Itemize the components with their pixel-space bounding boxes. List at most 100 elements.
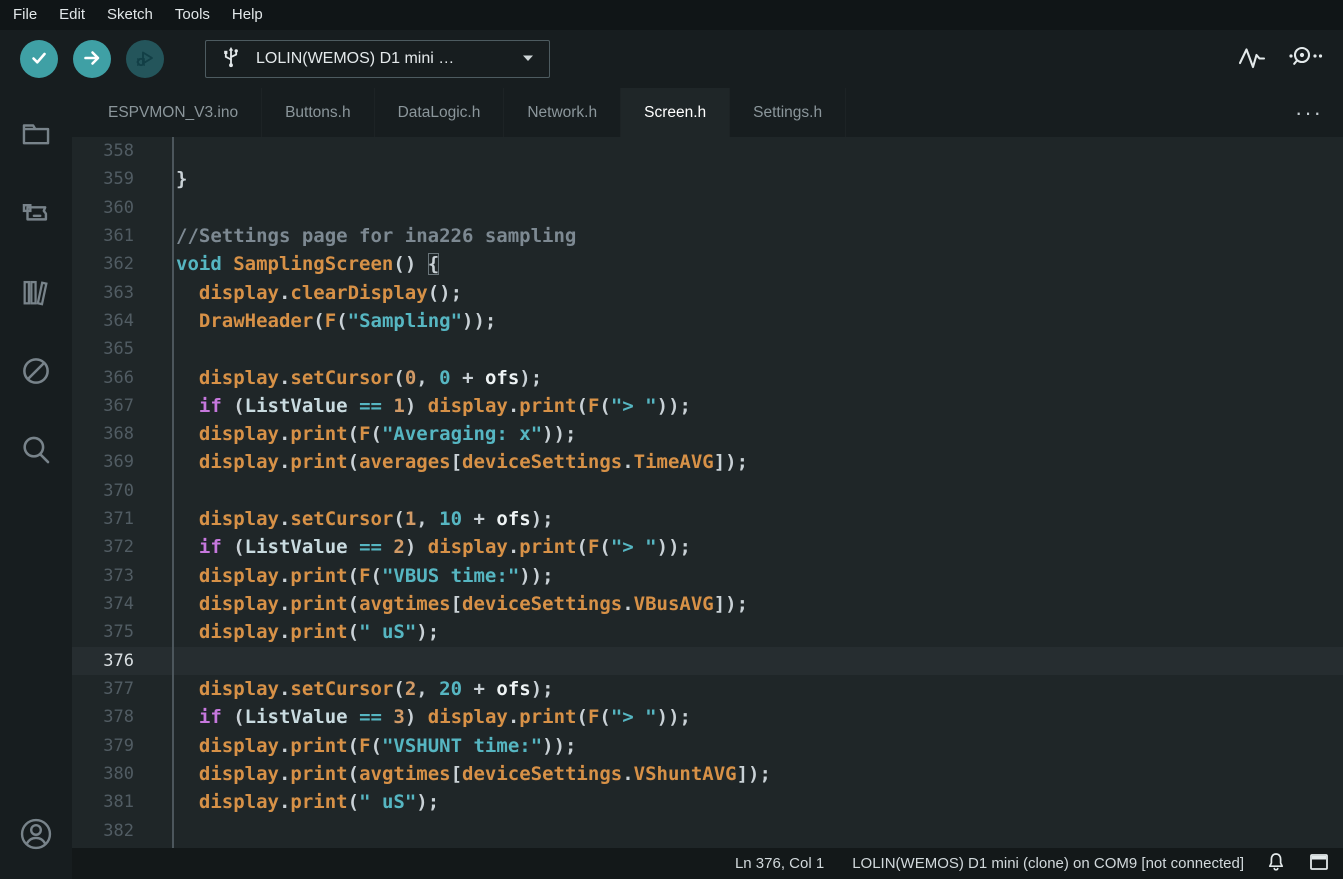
sidebar-item-search[interactable] xyxy=(0,419,72,483)
tab-datalogic-h[interactable]: DataLogic.h xyxy=(375,88,505,137)
code-line[interactable]: 368 display.print(F("Averaging: x")); xyxy=(72,420,1343,448)
tab-label: Screen.h xyxy=(644,103,707,121)
code-line[interactable]: 375 display.print(" uS"); xyxy=(72,618,1343,646)
debug-button[interactable] xyxy=(126,40,164,78)
code-line[interactable]: 380 display.print(avgtimes[deviceSetting… xyxy=(72,760,1343,788)
line-number: 369 xyxy=(103,452,134,473)
notifications-button[interactable] xyxy=(1266,851,1286,876)
line-number: 361 xyxy=(103,225,134,246)
line-number: 367 xyxy=(103,395,134,416)
code-text: display.print(averages[deviceSettings.Ti… xyxy=(198,451,749,474)
code-line[interactable]: 378 if (ListValue == 3) display.print(F(… xyxy=(72,703,1343,731)
sidebar-item-boards-manager[interactable] xyxy=(0,182,72,246)
menu-item-help[interactable]: Help xyxy=(221,0,274,30)
serial-plotter-button[interactable] xyxy=(1237,44,1267,75)
code-line[interactable]: 363 display.clearDisplay(); xyxy=(72,279,1343,307)
code-line[interactable]: 360 xyxy=(72,194,1343,222)
menu-item-tools[interactable]: Tools xyxy=(164,0,221,30)
line-number: 379 xyxy=(103,735,134,756)
code-line[interactable]: 362 void SamplingScreen() { xyxy=(72,250,1343,278)
tab-label: ESPVMON_V3.ino xyxy=(108,103,239,121)
sidebar-item-library-manager[interactable] xyxy=(0,261,72,325)
code-editor[interactable]: 358 359} 360 361 //Settings page for ina226 … xyxy=(72,137,1343,848)
serial-monitor-button[interactable] xyxy=(1285,44,1325,75)
code-text: void SamplingScreen() { xyxy=(176,253,440,276)
sidebar-item-account[interactable] xyxy=(0,803,72,867)
code-line[interactable]: 366 display.setCursor(0, 0 + ofs); xyxy=(72,364,1343,392)
tab-espvmon-v3-ino[interactable]: ESPVMON_V3.ino xyxy=(85,88,263,137)
code-line[interactable]: 382 xyxy=(72,817,1343,845)
code-text: display.setCursor(2, 20 + ofs); xyxy=(198,677,554,700)
code-line[interactable]: 381 display.print(" uS"); xyxy=(72,788,1343,816)
verify-button[interactable] xyxy=(20,40,58,78)
code-line[interactable]: 372 if (ListValue == 2) display.print(F(… xyxy=(72,533,1343,561)
board-icon xyxy=(18,196,54,233)
tab-buttons-h[interactable]: Buttons.h xyxy=(262,88,375,137)
bell-icon xyxy=(1266,851,1286,876)
code-line[interactable]: 361 //Settings page for ina226 sampling xyxy=(72,222,1343,250)
line-number: 377 xyxy=(103,678,134,699)
line-number: 373 xyxy=(103,565,134,586)
code-text: display.print(avgtimes[deviceSettings.VS… xyxy=(198,762,771,785)
menu-item-edit[interactable]: Edit xyxy=(48,0,96,30)
menu-item-sketch[interactable]: Sketch xyxy=(96,0,164,30)
work-area: ESPVMON_V3.ino Buttons.h DataLogic.h Networ… xyxy=(72,88,1343,879)
line-number: 363 xyxy=(103,282,134,303)
debug-play-icon xyxy=(133,46,157,73)
code-text: display.setCursor(0, 0 + ofs); xyxy=(198,366,543,389)
code-line[interactable]: 369 display.print(averages[deviceSetting… xyxy=(72,448,1343,476)
debug-disabled-icon xyxy=(18,354,54,391)
code-text: //Settings page for ina226 sampling xyxy=(176,224,577,247)
sidebar-item-debug[interactable] xyxy=(0,340,72,404)
code-line[interactable]: 371 display.setCursor(1, 10 + ofs); xyxy=(72,505,1343,533)
line-number: 372 xyxy=(103,537,134,558)
search-icon xyxy=(18,433,54,470)
code-text: } xyxy=(176,168,188,191)
line-number: 378 xyxy=(103,707,134,728)
code-text: display.print(F("VBUS time:")); xyxy=(198,564,554,587)
code-line[interactable]: 358 xyxy=(72,137,1343,165)
board-selector-label: LOLIN(WEMOS) D1 mini … xyxy=(256,50,455,67)
line-number: 358 xyxy=(103,141,134,161)
tab-screen-h[interactable]: Screen.h xyxy=(621,88,731,137)
books-icon xyxy=(18,275,54,312)
menu-bar: File Edit Sketch Tools Help xyxy=(0,0,1343,30)
caret-down-icon xyxy=(521,50,535,68)
line-number: 371 xyxy=(103,509,134,530)
line-number: 360 xyxy=(103,197,134,218)
code-line[interactable]: 364 DrawHeader(F("Sampling")); xyxy=(72,307,1343,335)
menu-item-file[interactable]: File xyxy=(2,0,48,30)
serial-monitor-icon xyxy=(1285,44,1325,75)
tab-settings-h[interactable]: Settings.h xyxy=(730,88,847,137)
more-actions-button[interactable]: ··· xyxy=(1295,88,1323,137)
code-line[interactable]: 379 display.print(F("VSHUNT time:")); xyxy=(72,732,1343,760)
code-line[interactable]: 367 if (ListValue == 1) display.print(F(… xyxy=(72,392,1343,420)
indent-guide-line xyxy=(172,137,174,848)
code-line[interactable]: 373 display.print(F("VBUS time:")); xyxy=(72,562,1343,590)
code-line[interactable]: 359} xyxy=(72,165,1343,193)
upload-button[interactable] xyxy=(73,40,111,78)
tab-label: Buttons.h xyxy=(285,103,351,121)
code-line[interactable]: 374 display.print(avgtimes[deviceSetting… xyxy=(72,590,1343,618)
code-line[interactable]: 365 xyxy=(72,335,1343,363)
folder-icon xyxy=(18,117,54,154)
code-line[interactable]: 377 display.setCursor(2, 20 + ofs); xyxy=(72,675,1343,703)
line-number: 365 xyxy=(103,339,134,360)
code-line[interactable]: 376 xyxy=(72,646,1343,675)
account-icon xyxy=(17,816,55,855)
sidebar-item-sketchbook[interactable] xyxy=(0,103,72,167)
line-number: 381 xyxy=(103,792,134,813)
line-number: 366 xyxy=(103,367,134,388)
tab-network-h[interactable]: Network.h xyxy=(504,88,622,137)
panel-toggle-icon xyxy=(1308,851,1330,876)
code-text: DrawHeader(F("Sampling")); xyxy=(198,309,497,332)
code-text: display.print(" uS"); xyxy=(198,621,440,644)
check-icon xyxy=(27,46,51,73)
board-selector-dropdown[interactable]: LOLIN(WEMOS) D1 mini … xyxy=(205,40,550,78)
code-line[interactable]: 370 xyxy=(72,477,1343,505)
board-connection-status: LOLIN(WEMOS) D1 mini (clone) on COM9 [no… xyxy=(852,855,1244,872)
toggle-bottom-panel-button[interactable] xyxy=(1308,851,1330,876)
line-number: 362 xyxy=(103,254,134,275)
serial-plotter-icon xyxy=(1237,44,1267,75)
line-number: 370 xyxy=(103,480,134,501)
